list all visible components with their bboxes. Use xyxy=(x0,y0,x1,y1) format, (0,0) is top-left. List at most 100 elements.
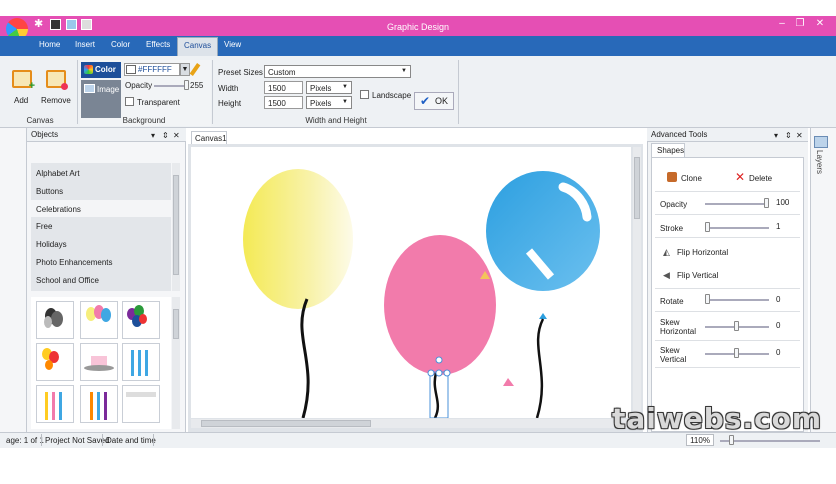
balloon-knot-icon xyxy=(503,378,514,386)
tab-insert[interactable]: Insert xyxy=(75,40,95,49)
balloons-warm-icon xyxy=(42,348,59,370)
left-dock-strip xyxy=(0,128,27,432)
category-item[interactable]: Alphabet Art xyxy=(36,169,80,178)
tab-effects[interactable]: Effects xyxy=(146,40,170,49)
divider xyxy=(655,340,800,341)
panel-menu-icon[interactable]: ▾ xyxy=(774,131,778,140)
category-item[interactable]: School and Office xyxy=(36,276,99,285)
skew-vertical-thumb[interactable] xyxy=(734,348,739,358)
flip-vertical-label: Flip Vertical xyxy=(677,271,719,280)
tab-home[interactable]: Home xyxy=(39,40,60,49)
status-divider xyxy=(102,434,103,446)
divider xyxy=(655,191,800,192)
thumbnail-candles-mixed[interactable] xyxy=(80,385,118,423)
opacity-value: 255 xyxy=(190,81,204,90)
height-unit-select[interactable]: Pixels ▼ xyxy=(306,96,352,109)
layers-tab[interactable]: Layers xyxy=(815,150,824,174)
height-input[interactable]: 1500 xyxy=(264,96,303,109)
zoom-slider[interactable] xyxy=(720,440,820,442)
preset-sizes-select[interactable]: Custom ▼ xyxy=(264,65,411,78)
background-opacity-thumb[interactable] xyxy=(184,80,189,90)
width-label: Width xyxy=(218,84,239,93)
pink-balloon[interactable] xyxy=(384,235,496,418)
landscape-checkbox[interactable] xyxy=(360,90,369,99)
category-scrollbar[interactable] xyxy=(172,163,180,291)
canvas-tab[interactable]: Canvas1 xyxy=(191,131,227,144)
thumbnail-balloons-warm[interactable] xyxy=(36,343,74,381)
flip-horizontal-button[interactable]: ◭ Flip Horizontal xyxy=(663,244,728,260)
color-button[interactable]: Color xyxy=(81,62,121,78)
thumbnails-scrollbar[interactable] xyxy=(172,297,180,429)
tab-color[interactable]: Color xyxy=(111,40,130,49)
delete-button-label: Delete xyxy=(749,174,773,183)
thumbnail-candles-yellow[interactable] xyxy=(36,385,74,423)
rotate-label: Rotate xyxy=(660,297,684,306)
background-color-input[interactable]: #FFFFFF xyxy=(124,63,180,76)
stroke-slider-thumb[interactable] xyxy=(705,222,710,232)
minimize-button[interactable]: – xyxy=(772,17,792,31)
image-button[interactable]: Image xyxy=(81,80,121,118)
width-input[interactable]: 1500 xyxy=(264,81,303,94)
skew-horizontal-thumb[interactable] xyxy=(734,321,739,331)
stroke-slider[interactable] xyxy=(705,227,769,229)
status-divider xyxy=(153,434,154,446)
canvas[interactable] xyxy=(191,147,631,418)
ok-button[interactable]: ✔ OK xyxy=(414,92,454,110)
zoom-level[interactable]: 110% xyxy=(686,434,714,446)
add-canvas-icon[interactable] xyxy=(12,70,35,92)
tab-shapes[interactable]: Shapes xyxy=(651,143,685,157)
clone-button[interactable]: Clone xyxy=(667,170,702,186)
opacity-slider-thumb[interactable] xyxy=(764,198,769,208)
yellow-balloon[interactable] xyxy=(243,169,353,418)
remove-canvas-icon[interactable] xyxy=(46,70,68,90)
thumbnail-banner[interactable] xyxy=(122,385,160,423)
thumbnail-balloons-colorful[interactable] xyxy=(122,301,160,339)
pin-icon[interactable]: ⇕ xyxy=(162,131,169,140)
thumbnail-candles-blue[interactable] xyxy=(122,343,160,381)
clone-button-label: Clone xyxy=(681,174,702,183)
canvas-vertical-scrollbar[interactable] xyxy=(633,147,641,418)
add-canvas-button[interactable]: Add xyxy=(14,96,28,105)
rotate-slider[interactable] xyxy=(705,299,769,301)
remove-canvas-button[interactable]: Remove xyxy=(41,96,71,105)
tab-canvas[interactable]: Canvas xyxy=(177,37,219,57)
ribbon-divider xyxy=(77,60,78,124)
canvas-horizontal-scrollbar[interactable] xyxy=(191,419,631,428)
close-icon[interactable]: ✕ xyxy=(796,131,803,140)
thumbnail-cake[interactable] xyxy=(80,343,118,381)
balloons-black-icon xyxy=(44,308,63,328)
close-icon[interactable]: ✕ xyxy=(173,131,180,140)
category-item[interactable]: Photo Enhancements xyxy=(36,258,113,267)
ribbon-divider xyxy=(458,60,459,124)
color-dropdown-button[interactable]: ▼ xyxy=(180,63,190,76)
tab-view[interactable]: View xyxy=(224,40,241,49)
restore-button[interactable]: ❐ xyxy=(790,17,810,31)
width-unit-select[interactable]: Pixels ▼ xyxy=(306,81,352,94)
flip-vertical-button[interactable]: ◀ Flip Vertical xyxy=(663,267,718,283)
blue-balloon[interactable] xyxy=(486,171,600,418)
delete-button[interactable]: ✕ Delete xyxy=(735,170,772,186)
transparent-checkbox[interactable] xyxy=(125,97,134,106)
close-button[interactable]: ✕ xyxy=(810,17,830,31)
layers-icon[interactable] xyxy=(814,136,828,148)
preset-sizes-label: Preset Sizes xyxy=(218,68,263,77)
panel-menu-icon[interactable]: ▾ xyxy=(151,131,155,140)
ribbon-divider xyxy=(212,60,213,124)
background-opacity-slider[interactable] xyxy=(154,85,188,87)
category-item[interactable]: Free xyxy=(36,222,52,231)
width-height-group-label: Width and Height xyxy=(305,116,367,125)
color-button-label: Color xyxy=(95,65,116,74)
skew-horizontal-label: Skew Horizontal xyxy=(660,318,697,336)
pin-icon[interactable]: ⇕ xyxy=(785,131,792,140)
rotate-slider-thumb[interactable] xyxy=(705,294,710,304)
thumbnail-balloons-black[interactable] xyxy=(36,301,74,339)
hex-value: #FFFFFF xyxy=(138,65,172,74)
thumbnail-balloons-pastel[interactable] xyxy=(80,301,118,339)
zoom-slider-thumb[interactable] xyxy=(729,435,734,445)
opacity-slider[interactable] xyxy=(705,203,769,205)
color-swatch xyxy=(126,65,136,74)
category-item[interactable]: Holidays xyxy=(36,240,67,249)
category-item[interactable]: Buttons xyxy=(36,187,63,196)
divider xyxy=(655,367,800,368)
category-item[interactable]: Celebrations xyxy=(36,205,81,214)
